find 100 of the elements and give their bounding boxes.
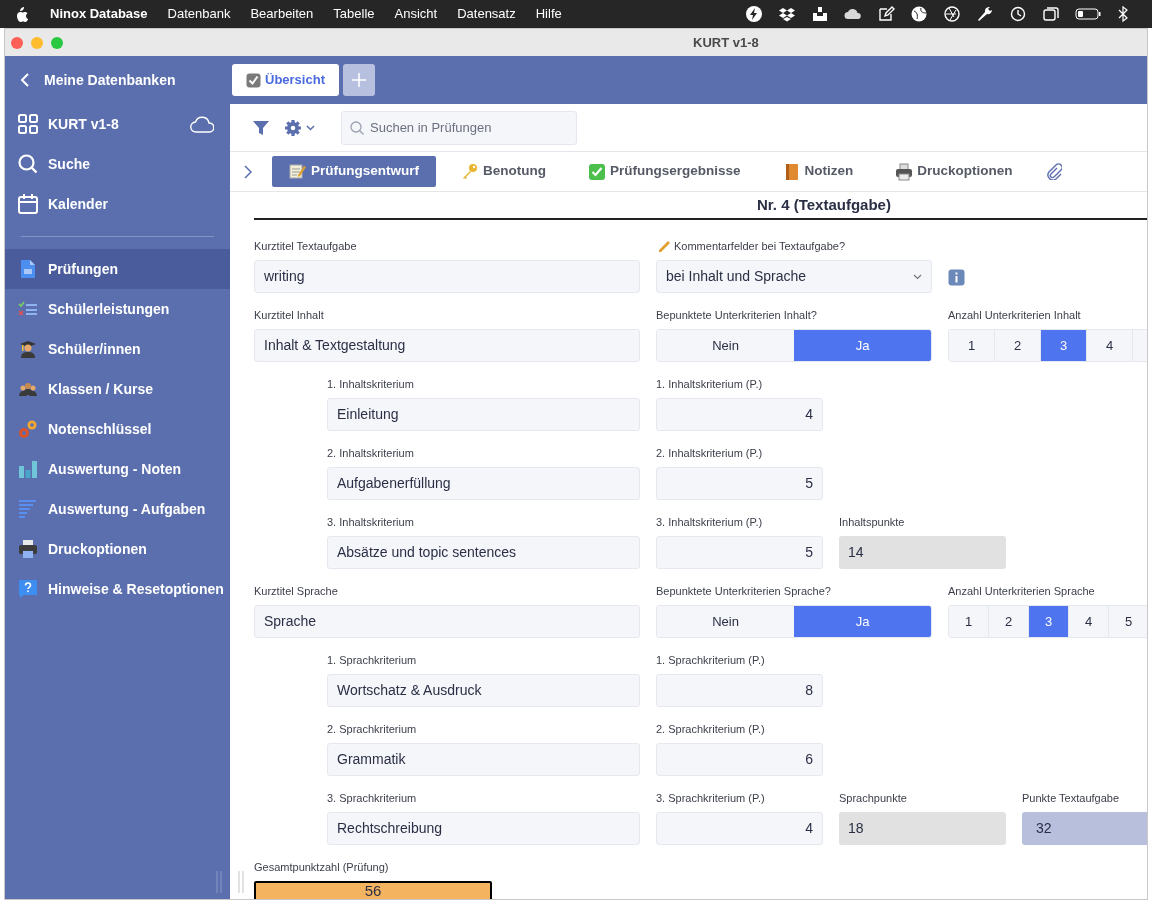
- info-icon[interactable]: [948, 269, 965, 286]
- sidebar-item[interactable]: Auswertung - Noten: [5, 449, 230, 489]
- section-tab[interactable]: Prüfungsergebnisse: [571, 156, 758, 187]
- number-field[interactable]: 5: [656, 536, 823, 569]
- field-label: Gesamtpunktzahl (Prüfung): [254, 859, 389, 875]
- search-icon: [350, 120, 364, 135]
- field-label: Kommentarfelder bei Textaufgabe?: [674, 238, 845, 254]
- menu-item[interactable]: Bearbeiten: [250, 4, 314, 24]
- menu-item[interactable]: Datensatz: [457, 4, 516, 24]
- segment-option[interactable]: 1: [949, 330, 995, 361]
- lines-icon: [18, 499, 38, 519]
- segment-option[interactable]: 1: [949, 606, 989, 637]
- search-field[interactable]: Suchen in Prüfungen: [341, 110, 577, 145]
- segment-option[interactable]: 3: [1029, 606, 1069, 637]
- text-field[interactable]: Wortschatz & Ausdruck: [327, 674, 640, 707]
- text-field[interactable]: Rechtschreibung: [327, 812, 640, 845]
- section-tab[interactable]: Notizen: [765, 156, 871, 187]
- sidebar-item[interactable]: Auswertung - Aufgaben: [5, 489, 230, 529]
- field-label: Anzahl Unterkriterien Inhalt: [948, 307, 1081, 323]
- menu-item[interactable]: Datenbank: [167, 4, 231, 24]
- field-label: Punkte Textaufgabe: [1022, 790, 1120, 806]
- number-field[interactable]: 4: [656, 812, 823, 845]
- field-label: 3. Inhaltskriterium (P.): [656, 514, 763, 530]
- menu-item[interactable]: Tabelle: [333, 4, 375, 24]
- tray-icon[interactable]: [811, 5, 829, 23]
- sidebar-item[interactable]: Druckoptionen: [5, 529, 230, 569]
- text-field[interactable]: Sprache: [254, 605, 640, 638]
- history-icon[interactable]: [1009, 5, 1027, 23]
- number-field[interactable]: 6: [656, 743, 823, 776]
- add-tab-button[interactable]: [342, 64, 375, 96]
- menu-item[interactable]: Ansicht: [394, 4, 438, 24]
- text-field[interactable]: Absätze und topic sentences: [327, 536, 640, 569]
- readonly-field: 18: [839, 812, 1006, 845]
- cloud-icon[interactable]: [190, 114, 214, 134]
- checkmark-icon: [588, 162, 606, 181]
- text-field[interactable]: Aufgabenerfüllung: [327, 467, 640, 500]
- field-label: Anzahl Unterkriterien Sprache: [948, 583, 1095, 599]
- aperture-icon[interactable]: [943, 5, 961, 23]
- sidebar-item[interactable]: Hinweise & Resetoptionen: [5, 569, 230, 609]
- bar-chart-icon: [18, 459, 38, 479]
- toggle-option[interactable]: Ja: [794, 606, 931, 637]
- toggle-option[interactable]: Nein: [657, 606, 794, 637]
- section-tab[interactable]: Prüfungsentwurf: [272, 156, 436, 187]
- field-label: Bepunktete Unterkriterien Sprache?: [656, 583, 831, 599]
- sidebar-tool[interactable]: Suche: [5, 144, 230, 184]
- globe-icon[interactable]: [910, 5, 928, 23]
- database-name[interactable]: KURT v1-8: [48, 113, 119, 135]
- caret-icon: [913, 273, 922, 280]
- toggle-option[interactable]: Nein: [657, 330, 794, 361]
- field-label: 3. Sprachkriterium: [327, 790, 417, 806]
- bolt-icon[interactable]: [745, 5, 763, 23]
- paperclip-icon[interactable]: [1045, 163, 1062, 180]
- chevron-right-icon[interactable]: [244, 164, 252, 179]
- section-tab[interactable]: Benotung: [444, 156, 563, 187]
- battery-icon[interactable]: [1075, 5, 1101, 23]
- number-field[interactable]: 8: [656, 674, 823, 707]
- caret-icon: [306, 124, 315, 131]
- sidebar-item[interactable]: Schüler/innen: [5, 329, 230, 369]
- memo-icon: [289, 162, 307, 181]
- menu-item[interactable]: Hilfe: [535, 4, 562, 24]
- wrench-icon[interactable]: [976, 5, 994, 23]
- sidebar-tool[interactable]: Kalender: [5, 184, 230, 224]
- dropdown[interactable]: bei Inhalt und Sprache: [656, 260, 932, 293]
- field-label: 3. Sprachkriterium (P.): [656, 790, 765, 806]
- text-field[interactable]: Inhalt & Textgestaltung: [254, 329, 640, 362]
- number-field[interactable]: 5: [656, 467, 823, 500]
- resize-handle[interactable]: [238, 871, 244, 893]
- readonly-field: 14: [839, 536, 1006, 569]
- sidebar-item[interactable]: Schülerleistungen: [5, 289, 230, 329]
- field-label: 1. Inhaltskriterium: [327, 376, 414, 392]
- window-title: KURT v1-8: [693, 33, 759, 52]
- sidebar-item[interactable]: Prüfungen: [5, 249, 230, 289]
- segment-option[interactable]: 3: [1041, 330, 1087, 361]
- sidebar-item[interactable]: Notenschlüssel: [5, 409, 230, 449]
- edit-icon[interactable]: [877, 5, 895, 23]
- windows-icon[interactable]: [1042, 5, 1060, 23]
- tab[interactable]: Übersicht: [232, 64, 339, 96]
- toggle-option[interactable]: Ja: [794, 330, 931, 361]
- sidebar-item[interactable]: Klassen / Kurse: [5, 369, 230, 409]
- section-tab[interactable]: Druckoptionen: [878, 156, 1030, 187]
- help-bubble-icon: [18, 579, 38, 599]
- number-field[interactable]: 4: [656, 398, 823, 431]
- settings-icon: [284, 118, 302, 137]
- field-label: 2. Sprachkriterium: [327, 721, 417, 737]
- field-label: Sprachpunkte: [839, 790, 907, 806]
- field-label: Kurztitel Inhalt: [254, 307, 324, 323]
- text-field[interactable]: Grammatik: [327, 743, 640, 776]
- resize-handle[interactable]: [216, 871, 222, 893]
- app-menu[interactable]: Ninox Database: [50, 4, 148, 24]
- apple-logo-icon[interactable]: [14, 5, 30, 23]
- filter-icon[interactable]: [252, 118, 270, 137]
- dropdown-value: bei Inhalt und Sprache: [666, 267, 807, 286]
- back-link[interactable]: Meine Datenbanken: [21, 69, 176, 91]
- text-field[interactable]: Einleitung: [327, 398, 640, 431]
- field-label: 3. Inhaltskriterium: [327, 514, 414, 530]
- total-field: 56: [254, 881, 492, 899]
- text-field[interactable]: writing: [254, 260, 640, 293]
- dropbox-icon[interactable]: [778, 5, 796, 23]
- settings-menu-button[interactable]: [284, 118, 315, 137]
- printer-icon: [895, 162, 914, 181]
